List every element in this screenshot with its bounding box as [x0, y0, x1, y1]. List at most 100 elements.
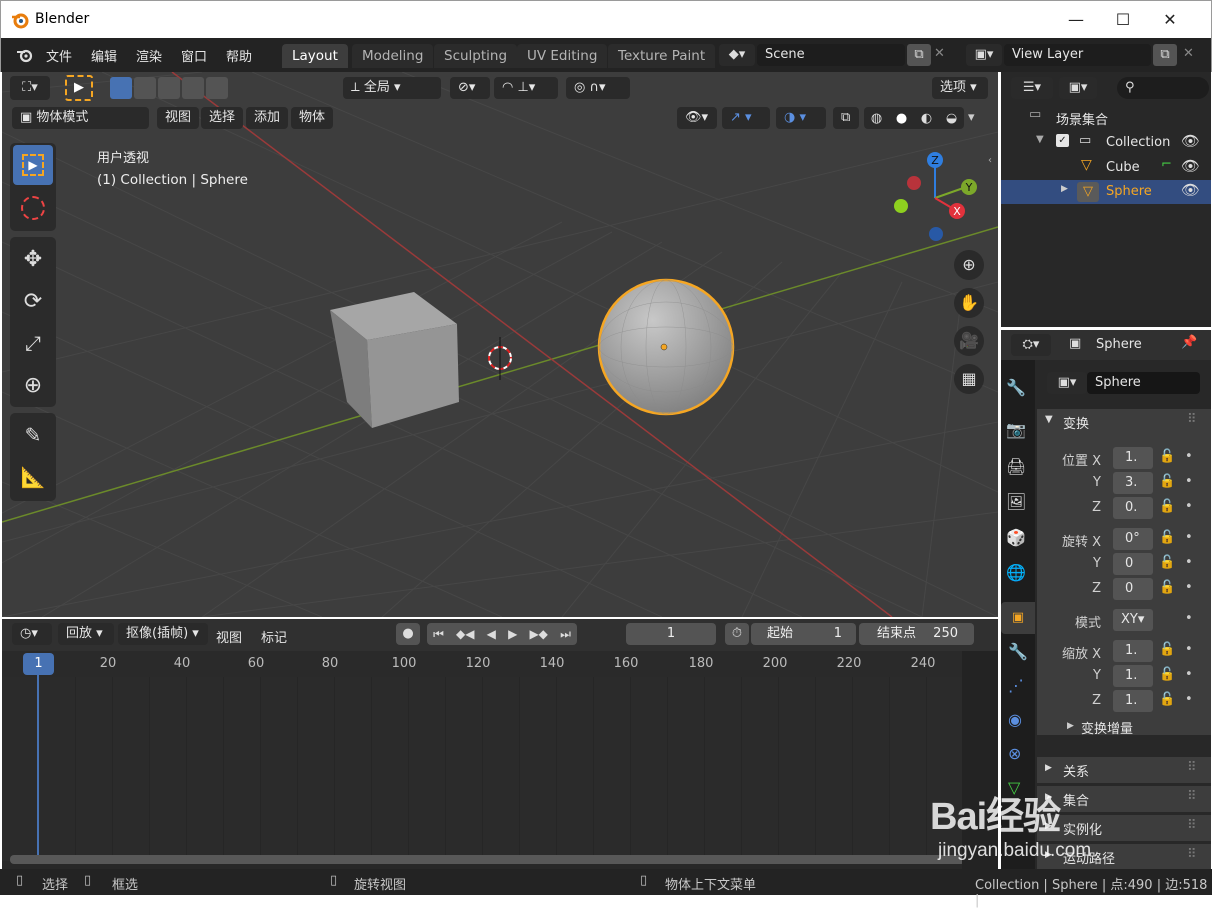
- pan-hand-icon[interactable]: ✋: [954, 288, 984, 318]
- lock-icon[interactable]: 🔓: [1159, 692, 1175, 707]
- scene-tab-icon[interactable]: 🎲: [1006, 528, 1026, 547]
- end-frame-field[interactable]: 结束点 250: [859, 623, 974, 645]
- menu-object[interactable]: 物体: [291, 107, 334, 129]
- jump-end-icon[interactable]: ⏭: [560, 627, 571, 642]
- sphere-eye-icon[interactable]: 👁: [1181, 181, 1200, 199]
- outliner-row-sphere[interactable]: ▶ ▽ Sphere 👁: [1001, 180, 1211, 204]
- rendered-shading-icon[interactable]: ◒: [946, 111, 957, 126]
- wireframe-shading-icon[interactable]: ◍: [871, 111, 882, 126]
- timeline-menu-marker[interactable]: 标记: [261, 627, 287, 646]
- timeline-menu-view[interactable]: 视图: [216, 627, 242, 646]
- editor-type-icon[interactable]: ⛶▾: [10, 76, 50, 100]
- select-new-icon[interactable]: [110, 77, 132, 99]
- drag-handle-icon[interactable]: ⠿: [1187, 847, 1197, 862]
- output-tab-icon[interactable]: 🖨: [1006, 457, 1026, 476]
- drag-handle-icon[interactable]: ⠿: [1187, 412, 1197, 427]
- blender-menu-icon[interactable]: [15, 46, 35, 64]
- display-mode-icon[interactable]: ▣▾: [1059, 77, 1097, 99]
- lock-icon[interactable]: 🔓: [1159, 667, 1175, 682]
- scale-x-field[interactable]: 1.: [1113, 640, 1153, 662]
- keyframe-dot-icon[interactable]: •: [1185, 499, 1193, 514]
- object-name-field[interactable]: Sphere: [1087, 372, 1200, 394]
- select-tool-icon[interactable]: ▶: [65, 75, 93, 101]
- camera-icon[interactable]: 🎥: [954, 326, 984, 356]
- keyframe-dot-icon[interactable]: •: [1185, 555, 1193, 570]
- lock-icon[interactable]: 🔓: [1159, 474, 1175, 489]
- mode-dropdown[interactable]: ▣ 物体模式: [12, 107, 149, 129]
- outliner-search-icon[interactable]: ⚲: [1117, 77, 1209, 99]
- scale-tool-icon[interactable]: ⤢: [13, 323, 53, 363]
- transform-tool-icon[interactable]: ⊕: [13, 365, 53, 405]
- material-shading-icon[interactable]: ◐: [921, 111, 932, 126]
- tab-sculpting[interactable]: Sculpting: [434, 44, 518, 68]
- collection-checkbox[interactable]: ✓: [1056, 134, 1069, 147]
- timeline-scrollbar[interactable]: [10, 855, 965, 864]
- tab-modeling[interactable]: Modeling: [352, 44, 434, 68]
- menu-render[interactable]: 渲染: [136, 46, 162, 65]
- keyframe-dot-icon[interactable]: •: [1185, 611, 1193, 626]
- scale-y-field[interactable]: 1.: [1113, 665, 1153, 687]
- rotation-mode-dropdown[interactable]: XY▾: [1113, 609, 1153, 631]
- transform-panel-header[interactable]: ▼ 变换 ⠿: [1037, 409, 1211, 435]
- tab-texture-paint[interactable]: Texture Paint: [608, 44, 716, 68]
- expand-sphere-icon[interactable]: ▶: [1061, 184, 1068, 194]
- keyframe-dot-icon[interactable]: •: [1185, 692, 1193, 707]
- start-frame-field[interactable]: 起始 1: [751, 623, 856, 645]
- timeline-track-area[interactable]: [2, 677, 962, 861]
- maximize-button[interactable]: ☐: [1100, 7, 1146, 33]
- scene-selector-icon[interactable]: ◆▾: [719, 44, 755, 66]
- ortho-grid-icon[interactable]: ▦: [954, 364, 984, 394]
- select-box-tool-icon[interactable]: ▶: [13, 145, 53, 185]
- rotation-x-field[interactable]: 0°: [1113, 528, 1153, 550]
- rotation-z-field[interactable]: 0: [1113, 578, 1153, 600]
- object-datablock-icon[interactable]: ▣▾: [1047, 372, 1087, 394]
- new-scene-icon[interactable]: ⧉: [907, 44, 931, 66]
- render-tab-icon[interactable]: 📷: [1006, 420, 1026, 439]
- menu-add[interactable]: 添加: [246, 107, 289, 129]
- scale-z-field[interactable]: 1.: [1113, 690, 1153, 712]
- play-reverse-icon[interactable]: ◀: [487, 627, 496, 641]
- pin-icon[interactable]: 📌: [1181, 335, 1197, 350]
- remove-view-layer-icon[interactable]: ✕: [1183, 46, 1194, 61]
- tool-tab-icon[interactable]: 🔧: [1006, 378, 1026, 397]
- transform-orientation-dropdown[interactable]: ⟂ 全局 ▾: [343, 77, 441, 99]
- properties-editor-type-icon[interactable]: ⛭▾: [1011, 334, 1051, 356]
- remove-scene-icon[interactable]: ✕: [934, 46, 945, 61]
- zoom-icon[interactable]: ⊕: [954, 250, 984, 280]
- shading-options-chevron-icon[interactable]: ▾: [968, 110, 975, 125]
- view-layer-tab-icon[interactable]: 🖼: [1006, 492, 1026, 511]
- measure-tool-icon[interactable]: 📐: [13, 457, 53, 497]
- gizmo-toggle-icon[interactable]: ↗ ▾: [722, 107, 770, 129]
- physics-tab-icon[interactable]: ◉: [1008, 710, 1022, 729]
- options-dropdown[interactable]: 选项 ▾: [932, 77, 988, 99]
- particles-tab-icon[interactable]: ⋰: [1008, 676, 1024, 695]
- timeline-editor-type-icon[interactable]: ◷▾: [12, 623, 52, 645]
- view-layer-field[interactable]: View Layer: [1004, 44, 1151, 66]
- playhead-frame-badge[interactable]: 1: [23, 653, 54, 675]
- select-intersect-icon[interactable]: [206, 77, 228, 99]
- rotate-tool-icon[interactable]: ⟳: [13, 281, 53, 321]
- solid-shading-icon[interactable]: ●: [896, 111, 907, 126]
- keyframe-dot-icon[interactable]: •: [1185, 667, 1193, 682]
- modifier-tab-icon[interactable]: 🔧: [1008, 642, 1028, 661]
- constraints-tab-icon[interactable]: ⊗: [1008, 744, 1021, 763]
- lock-icon[interactable]: 🔓: [1159, 530, 1175, 545]
- navigation-gizmo[interactable]: Z Y X: [885, 148, 985, 248]
- cursor-tool-icon[interactable]: [13, 188, 53, 228]
- world-tab-icon[interactable]: 🌐: [1006, 563, 1026, 582]
- select-invert-icon[interactable]: [182, 77, 204, 99]
- overlay-toggle-icon[interactable]: ◑ ▾: [776, 107, 826, 129]
- move-tool-icon[interactable]: ✥: [13, 239, 53, 279]
- preview-range-icon[interactable]: ⏱: [725, 623, 749, 645]
- outliner-row-cube[interactable]: ▽ Cube ⌐ 👁: [1001, 155, 1211, 180]
- cube-eye-icon[interactable]: 👁: [1181, 157, 1200, 175]
- location-x-field[interactable]: 1.: [1113, 447, 1153, 469]
- drag-handle-icon[interactable]: ⠿: [1187, 789, 1197, 804]
- visibility-icon[interactable]: 👁▾: [677, 107, 717, 129]
- scene-field[interactable]: Scene: [757, 44, 905, 66]
- annotate-tool-icon[interactable]: ✎: [13, 415, 53, 455]
- keyframe-dot-icon[interactable]: •: [1185, 474, 1193, 489]
- lock-icon[interactable]: 🔓: [1159, 499, 1175, 514]
- menu-file[interactable]: 文件: [46, 46, 72, 65]
- sidebar-toggle-icon[interactable]: ‹: [988, 155, 992, 166]
